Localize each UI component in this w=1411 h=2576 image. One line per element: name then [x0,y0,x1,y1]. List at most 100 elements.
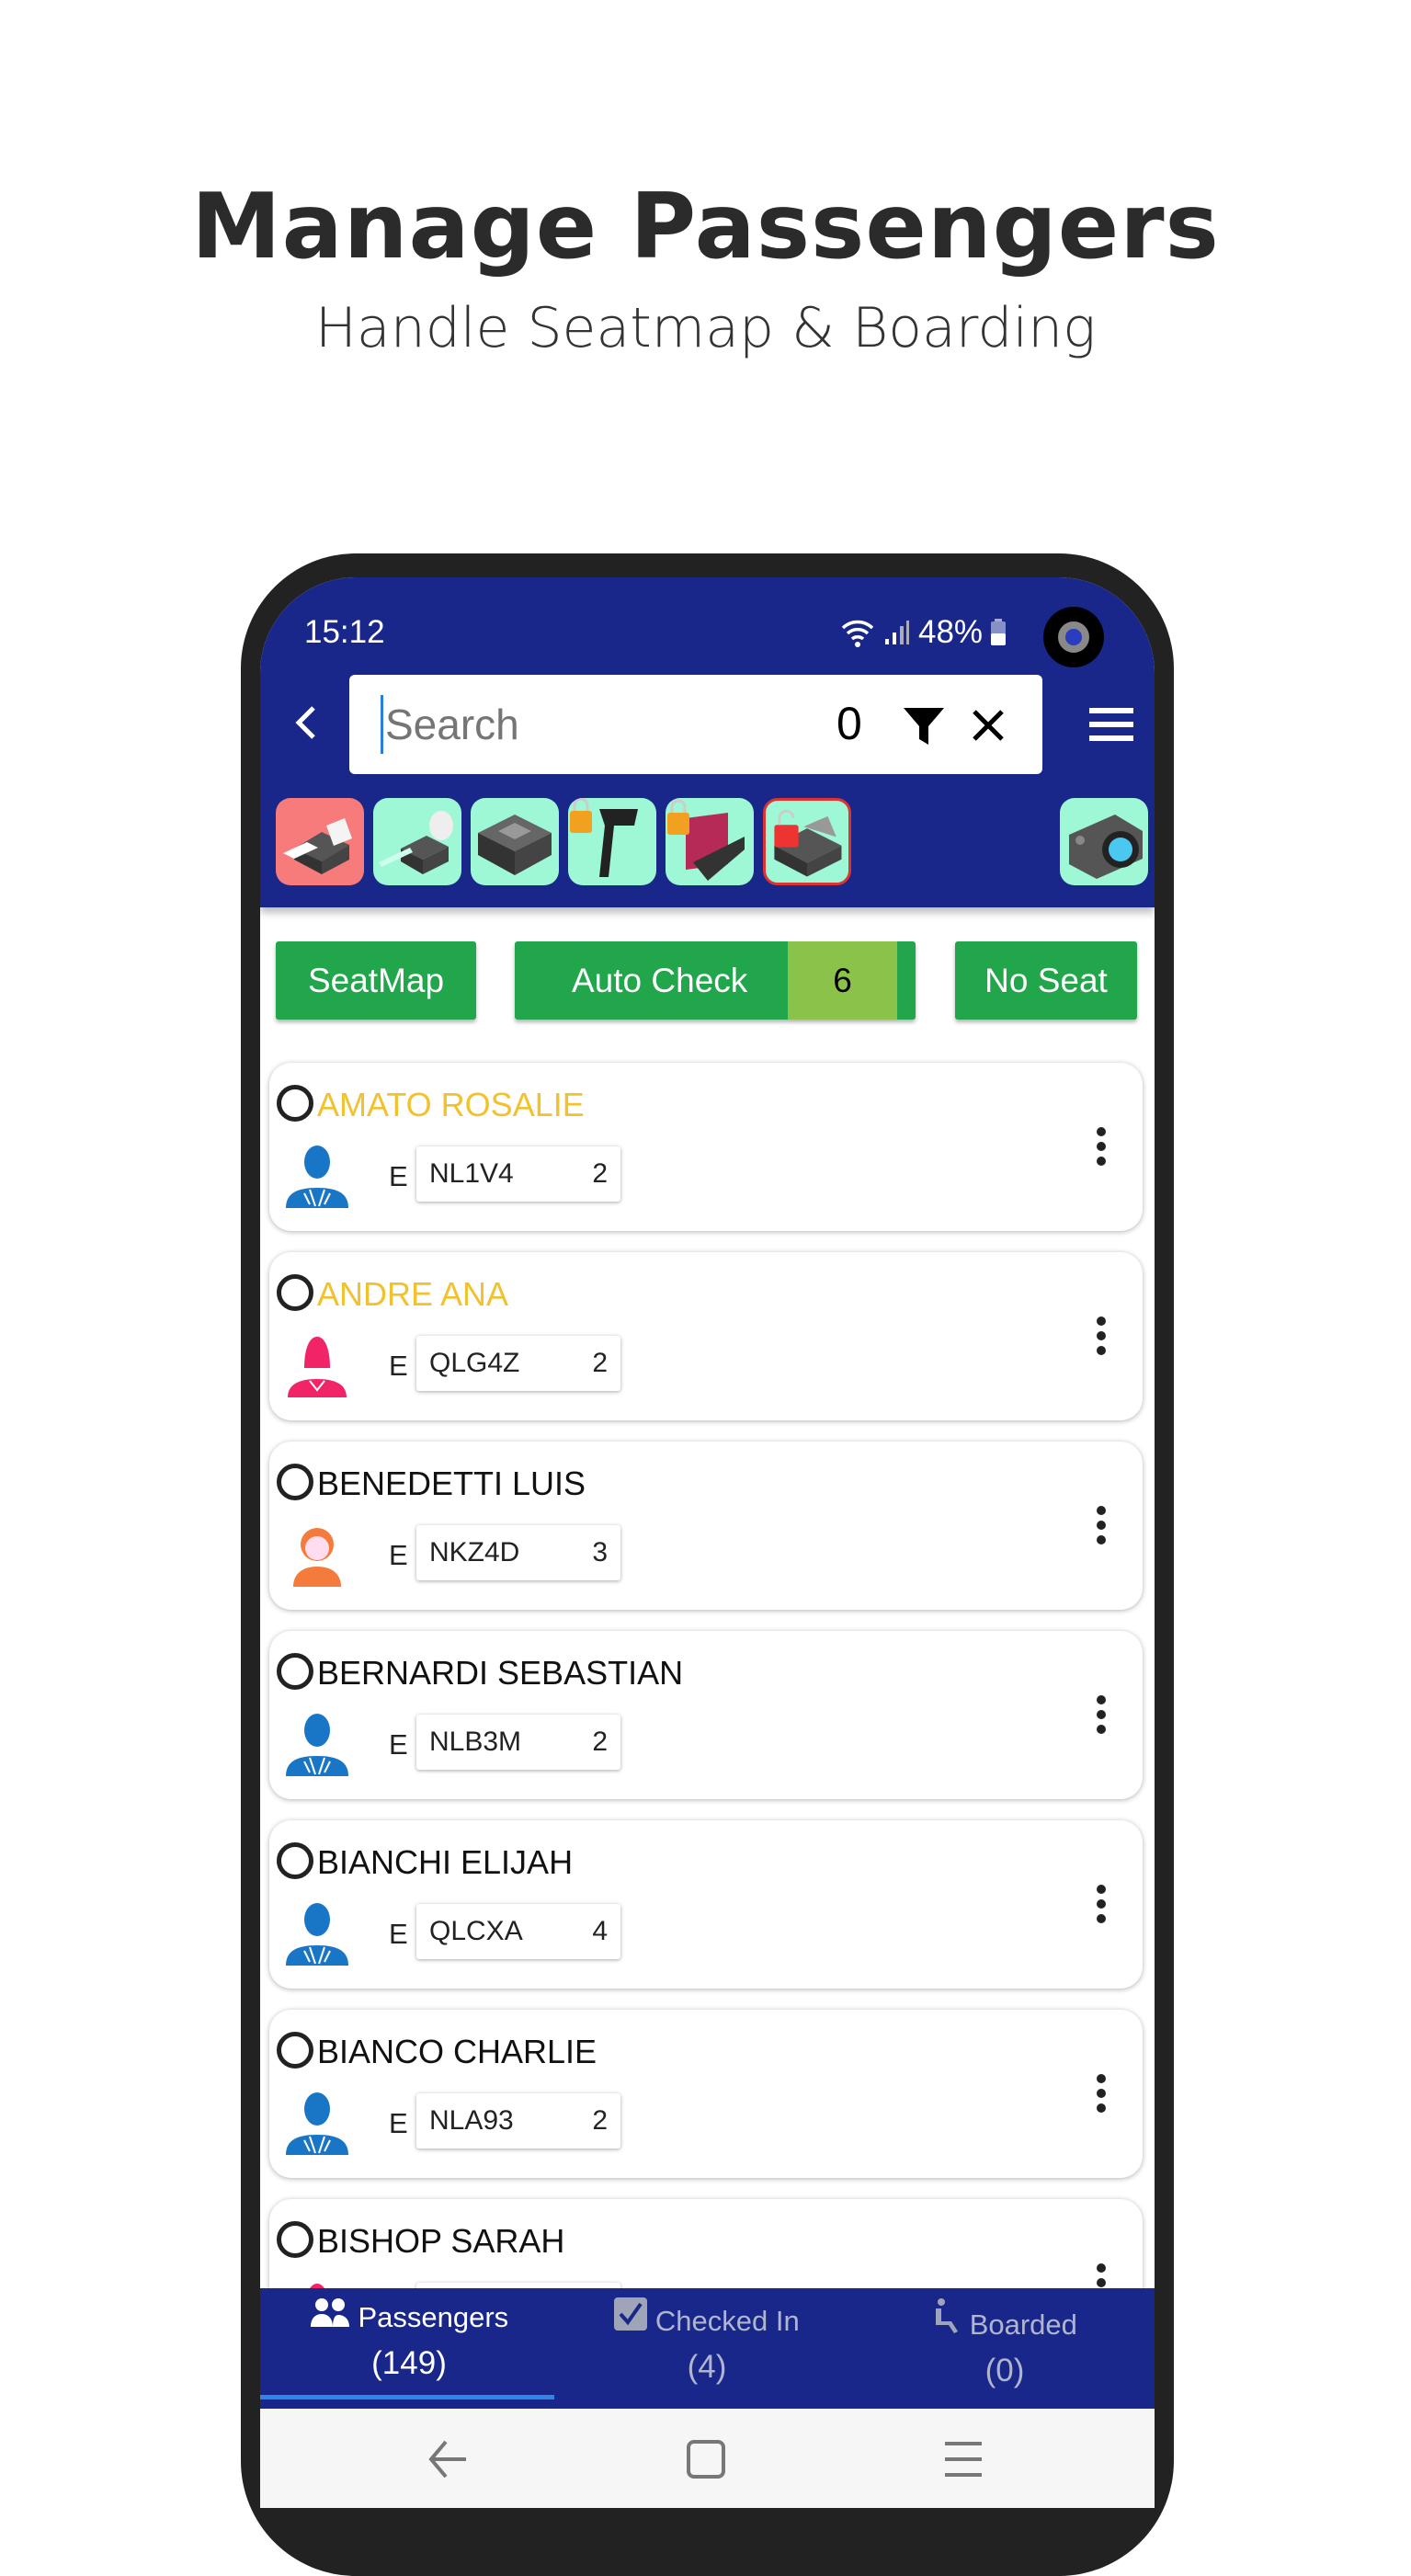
select-radio[interactable] [277,1653,313,1690]
document-printer-icon[interactable] [471,798,559,885]
battery-icon [991,619,1007,645]
front-camera [1043,607,1104,667]
tab-label: Passengers [358,2301,509,2333]
tab-count: (149) [371,2345,447,2381]
search-input[interactable] [381,695,803,754]
passenger-name: BIANCO CHARLIE [317,2033,597,2070]
select-radio[interactable] [277,1464,313,1500]
pnr-box: NKZ4D 3 [416,1525,620,1580]
pnr-box: NLB3M 2 [416,1715,620,1770]
cabin-class: E [389,1160,408,1192]
no-seat-label: No Seat [984,961,1108,999]
bottom-tab-bar: Passengers (149) Checked In (4) Boarded … [260,2288,1155,2409]
party-count: 2 [592,2105,608,2136]
system-navigation-bar [260,2409,1155,2508]
people-icon [310,2298,349,2327]
more-options-icon[interactable] [1087,1506,1115,1561]
pnr-box: QLCXA 4 [416,1904,620,1959]
passenger-name: BISHOP SARAH [317,2222,565,2260]
select-radio[interactable] [277,2221,313,2258]
more-options-icon[interactable] [1087,2074,1115,2129]
checkbox-icon [614,2297,648,2331]
pnr-box: NL1V4 2 [416,1146,620,1202]
bag-tag-printer-icon[interactable] [373,798,461,885]
male-avatar-icon [284,1899,350,1966]
close-icon[interactable] [965,702,1011,748]
seatmap-button[interactable]: SeatMap [276,941,476,1020]
more-options-icon[interactable] [1087,1695,1115,1750]
camera-icon[interactable] [1060,798,1148,885]
passenger-name: BIANCHI ELIJAH [317,1843,574,1881]
passenger-card[interactable]: BIANCHI ELIJAH E QLCXA 4 [269,1820,1143,1989]
no-seat-button[interactable]: No Seat [955,941,1137,1020]
pnr-code: NLA93 [429,2105,514,2136]
system-recents-icon[interactable] [940,2436,986,2482]
barcode-scanner-locked-icon[interactable] [568,798,656,885]
pnr-code: QLCXA [429,1916,523,1946]
auto-check-count-badge: 6 [788,941,897,1020]
party-count: 2 [592,1158,608,1189]
party-count: 2 [592,1727,608,1757]
hamburger-menu-icon[interactable] [1089,708,1133,749]
filter-icon[interactable] [901,702,947,748]
tab-count: (0) [984,2353,1025,2388]
select-radio[interactable] [277,1842,313,1879]
passenger-name: BENEDETTI LUIS [317,1465,586,1502]
auto-check-label: Auto Check [572,961,748,999]
system-back-icon[interactable] [426,2436,472,2482]
pnr-code: QLG4Z [429,1348,520,1378]
tab-passengers[interactable]: Passengers (149) [260,2297,558,2382]
passenger-name: AMATO ROSALIE [317,1086,585,1123]
cabin-class: E [389,1350,408,1382]
female-avatar-icon [284,1331,350,1397]
tab-count: (4) [687,2349,727,2385]
passenger-name: BERNARDI SEBASTIAN [317,1654,684,1692]
passport-reader-locked-icon[interactable] [666,798,754,885]
app-header: 15:12 48% 0 [260,577,1155,907]
promo-title: Manage Passengers [191,175,1220,279]
tab-label: Checked In [654,2305,800,2337]
cabin-class: E [389,1539,408,1571]
search-bar: 0 [349,675,1042,774]
pnr-code: NL1V4 [429,1158,514,1189]
child-avatar-icon [284,1521,350,1587]
wifi-icon [841,620,874,647]
tab-boarded[interactable]: Boarded (0) [856,2297,1154,2389]
system-home-icon[interactable] [683,2436,729,2482]
pnr-box: QLG4Z 2 [416,1336,620,1391]
status-time: 15:12 [304,614,385,650]
select-radio[interactable] [277,2032,313,2069]
cabin-class: E [389,1728,408,1761]
passenger-name: ANDRE ANA [317,1275,509,1313]
select-radio[interactable] [277,1085,313,1122]
pnr-code: NLB3M [429,1727,522,1757]
party-count: 4 [592,1916,608,1946]
signal-icon [885,621,909,644]
cabin-class: E [389,1918,408,1950]
passenger-card[interactable]: BIANCO CHARLIE E NLA93 2 [269,2010,1143,2178]
seated-person-icon [936,2298,959,2333]
more-options-icon[interactable] [1087,1885,1115,1940]
phone-screen: 15:12 48% 0 SeatMap Auto Check6 No Seat … [260,577,1155,2508]
passenger-card[interactable]: AMATO ROSALIE E NL1V4 2 [269,1063,1143,1231]
tab-checked-in[interactable]: Checked In (4) [558,2297,856,2386]
pnr-box: NLA93 2 [416,2093,620,2149]
back-chevron-icon[interactable] [280,695,332,750]
more-options-icon[interactable] [1087,1127,1115,1182]
male-avatar-icon [284,1710,350,1776]
select-radio[interactable] [277,1274,313,1311]
cabin-class: E [389,2107,408,2139]
pnr-code: NKZ4D [429,1537,520,1567]
printer-unlocked-icon[interactable] [763,798,851,885]
party-count: 2 [592,1348,608,1378]
active-tab-indicator [260,2395,554,2399]
passenger-card[interactable]: BENEDETTI LUIS E NKZ4D 3 [269,1442,1143,1610]
more-options-icon[interactable] [1087,1316,1115,1372]
status-icons: 48% [839,614,1007,651]
auto-check-button[interactable]: Auto Check 6 [515,941,916,1020]
male-avatar-icon [284,2089,350,2155]
boarding-pass-printer-icon[interactable] [276,798,364,885]
passenger-card[interactable]: BERNARDI SEBASTIAN E NLB3M 2 [269,1631,1143,1799]
seatmap-label: SeatMap [307,961,445,999]
passenger-card[interactable]: ANDRE ANA E QLG4Z 2 [269,1252,1143,1420]
